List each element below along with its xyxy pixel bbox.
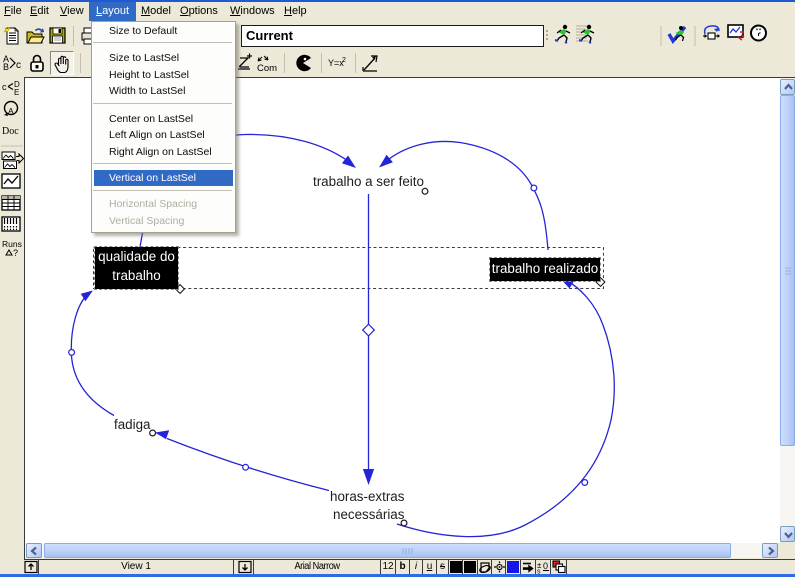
svg-text:B: B — [3, 62, 9, 72]
svg-text:Com: Com — [257, 63, 277, 74]
svg-text:Runs: Runs — [2, 239, 22, 249]
svg-text:0: 0 — [543, 561, 548, 571]
svg-text:c: c — [2, 82, 7, 92]
svg-text:Doc: Doc — [2, 126, 19, 137]
svg-text:2: 2 — [342, 57, 346, 64]
svg-text:E: E — [14, 88, 19, 97]
svg-text:A: A — [8, 106, 14, 116]
svg-text:c: c — [16, 60, 21, 71]
svg-text:?: ? — [13, 248, 18, 258]
